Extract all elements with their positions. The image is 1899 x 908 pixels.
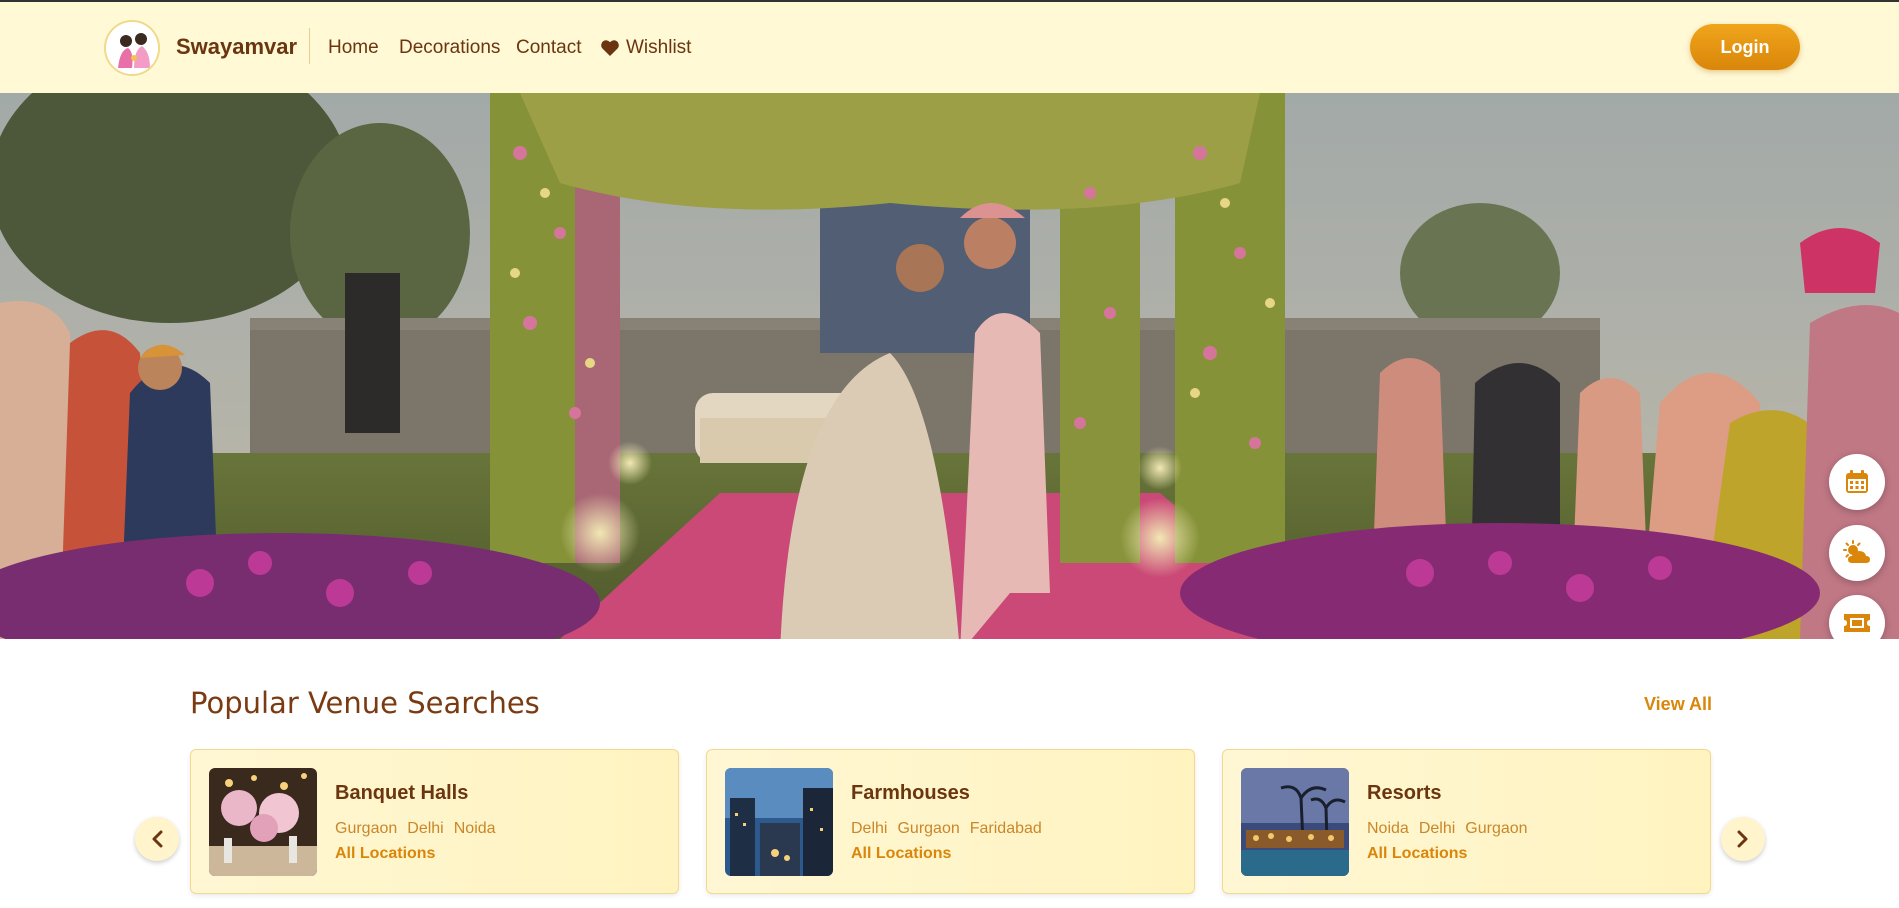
- card-locations: Gurgaon Delhi Noida: [335, 820, 496, 838]
- calendar-icon: [1846, 470, 1868, 493]
- venue-card-resorts[interactable]: Resorts Noida Delhi Gurgaon All Location…: [1222, 749, 1711, 894]
- card-title: Banquet Halls: [335, 782, 469, 804]
- location-link[interactable]: Gurgaon: [335, 820, 397, 838]
- navbar: Swayamvar Home Decorations Contact Wishl…: [0, 2, 1899, 93]
- resorts-thumbnail: [1241, 768, 1349, 876]
- weather-icon: [1843, 540, 1870, 563]
- all-locations-link[interactable]: All Locations: [335, 845, 435, 863]
- farmhouses-thumbnail: [725, 768, 833, 876]
- all-locations-link[interactable]: All Locations: [1367, 845, 1467, 863]
- nav-home-link[interactable]: Home: [328, 37, 379, 59]
- location-link[interactable]: Delhi: [407, 820, 443, 838]
- view-all-link[interactable]: View All: [1644, 694, 1712, 715]
- location-link[interactable]: Delhi: [851, 820, 887, 838]
- all-locations-link[interactable]: All Locations: [851, 845, 951, 863]
- nav-wishlist-link[interactable]: Wishlist: [600, 37, 691, 59]
- wishlist-label: Wishlist: [626, 37, 692, 58]
- calendar-button[interactable]: [1829, 454, 1885, 510]
- location-link[interactable]: Delhi: [1419, 820, 1455, 838]
- chevron-right-icon: [1737, 830, 1748, 848]
- card-locations: Noida Delhi Gurgaon: [1367, 820, 1528, 838]
- brand-name[interactable]: Swayamvar: [176, 34, 297, 60]
- location-link[interactable]: Faridabad: [970, 820, 1042, 838]
- venue-card-banquet-halls[interactable]: Banquet Halls Gurgaon Delhi Noida All Lo…: [190, 749, 679, 894]
- location-link[interactable]: Gurgaon: [897, 820, 959, 838]
- venue-card-farmhouses[interactable]: Farmhouses Delhi Gurgaon Faridabad All L…: [706, 749, 1195, 894]
- hero-banner: [0, 93, 1899, 639]
- login-button[interactable]: Login: [1690, 24, 1800, 70]
- card-locations: Delhi Gurgaon Faridabad: [851, 820, 1042, 838]
- carousel-prev-button[interactable]: [135, 817, 179, 861]
- hero-wedding-image: [0, 93, 1899, 639]
- nav-decorations-link[interactable]: Decorations: [399, 37, 500, 59]
- heart-icon: [601, 40, 619, 56]
- location-link[interactable]: Noida: [1367, 820, 1409, 838]
- card-title: Resorts: [1367, 782, 1442, 804]
- ticket-icon: [1844, 614, 1870, 632]
- card-title: Farmhouses: [851, 782, 970, 804]
- banquet-halls-thumbnail: [209, 768, 317, 876]
- nav-contact-link[interactable]: Contact: [516, 37, 581, 59]
- carousel-next-button[interactable]: [1721, 817, 1765, 861]
- brand-logo[interactable]: [104, 20, 160, 76]
- location-link[interactable]: Noida: [454, 820, 496, 838]
- section-title: Popular Venue Searches: [190, 686, 540, 720]
- chevron-left-icon: [152, 830, 163, 848]
- weather-button[interactable]: [1829, 525, 1885, 581]
- location-link[interactable]: Gurgaon: [1465, 820, 1527, 838]
- nav-divider: [309, 28, 310, 64]
